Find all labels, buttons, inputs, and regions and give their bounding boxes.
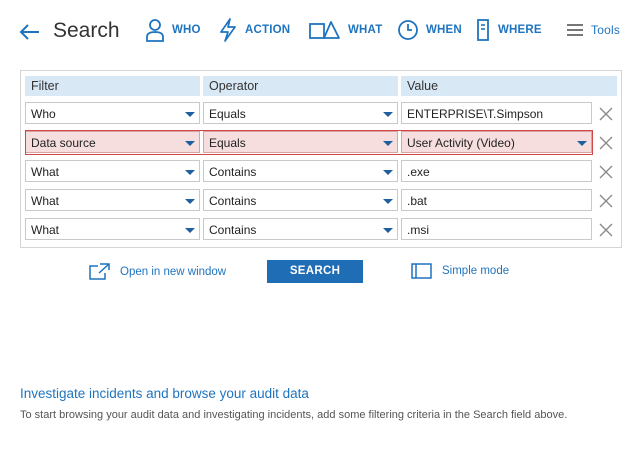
lightning-icon (220, 18, 236, 42)
clock-icon (398, 20, 418, 40)
value-input[interactable]: .bat (401, 189, 592, 211)
operator-select[interactable]: Equals (203, 102, 398, 124)
value-input[interactable]: .exe (401, 160, 592, 182)
info-title: Investigate incidents and browse your au… (20, 386, 309, 401)
filter-select-value: What (31, 223, 60, 237)
filter-select[interactable]: Data source (25, 131, 200, 153)
nav-action-label: ACTION (245, 24, 291, 36)
nav-what-label: WHAT (348, 24, 383, 36)
simple-mode-icon (411, 263, 432, 279)
remove-filter-icon[interactable] (599, 223, 613, 237)
dropdown-arrow-icon (383, 141, 393, 146)
operator-select-value: Equals (209, 136, 246, 150)
filter-select[interactable]: What (25, 189, 200, 211)
value-input[interactable]: ENTERPRISE\T.Simpson (401, 102, 592, 124)
filter-select-value: What (31, 194, 60, 208)
dropdown-arrow-icon (185, 170, 195, 175)
shapes-icon (309, 21, 340, 39)
nav-action[interactable]: ACTION (218, 18, 290, 42)
info-text: To start browsing your audit data and in… (20, 409, 568, 421)
value-select-value: User Activity (Video) (407, 136, 515, 150)
value-input[interactable]: .msi (401, 218, 592, 240)
page-title: Search (53, 19, 120, 42)
tools-menu[interactable]: Tools (566, 18, 620, 42)
value-input-text: .bat (407, 194, 428, 208)
value-select[interactable]: User Activity (Video) (401, 131, 592, 153)
operator-select[interactable]: Equals (203, 131, 398, 153)
simple-mode-link[interactable]: Simple mode (411, 263, 509, 279)
remove-filter-icon[interactable] (599, 165, 613, 179)
external-window-icon (89, 263, 110, 280)
dropdown-arrow-icon (185, 228, 195, 233)
value-input-text: ENTERPRISE\T.Simpson (407, 107, 544, 121)
remove-filter-icon[interactable] (599, 194, 613, 208)
operator-select[interactable]: Contains (203, 160, 398, 182)
column-header-filter: Filter (25, 76, 200, 96)
dropdown-arrow-icon (383, 170, 393, 175)
operator-select-value: Contains (209, 165, 257, 179)
tools-label: Tools (591, 23, 621, 37)
operator-select-value: Contains (209, 223, 257, 237)
operator-select[interactable]: Contains (203, 218, 398, 240)
value-input-text: .msi (407, 223, 429, 237)
remove-filter-icon[interactable] (599, 136, 613, 150)
top-bar: Search WHO ACTION WHAT WHEN WHERE Tools (0, 0, 640, 62)
dropdown-arrow-icon (383, 199, 393, 204)
column-header-value: Value (401, 76, 617, 96)
value-input-text: .exe (407, 165, 430, 179)
filter-select[interactable]: Who (25, 102, 200, 124)
dropdown-arrow-icon (577, 141, 587, 146)
open-new-window-link[interactable]: Open in new window (89, 263, 226, 280)
open-new-window-label: Open in new window (120, 265, 227, 278)
filter-select-value: Data source (31, 136, 96, 150)
person-icon (146, 19, 164, 42)
filter-select[interactable]: What (25, 160, 200, 182)
dropdown-arrow-icon (185, 112, 195, 117)
nav-when[interactable]: WHEN (397, 18, 462, 42)
server-icon (477, 19, 489, 41)
filter-select-value: What (31, 165, 60, 179)
nav-who[interactable]: WHO (145, 18, 201, 42)
back-arrow-icon[interactable] (18, 20, 42, 44)
dropdown-arrow-icon (383, 228, 393, 233)
filter-select[interactable]: What (25, 218, 200, 240)
hamburger-menu-icon (567, 24, 583, 36)
operator-select-value: Contains (209, 194, 257, 208)
nav-where-label: WHERE (498, 24, 542, 36)
remove-filter-icon[interactable] (599, 107, 613, 121)
operator-select-value: Equals (209, 107, 246, 121)
nav-what[interactable]: WHAT (309, 18, 382, 42)
nav-where[interactable]: WHERE (475, 18, 542, 42)
dropdown-arrow-icon (185, 199, 195, 204)
column-header-operator: Operator (203, 76, 398, 96)
dropdown-arrow-icon (383, 112, 393, 117)
search-button[interactable]: SEARCH (267, 260, 363, 283)
nav-who-label: WHO (172, 24, 201, 36)
dropdown-arrow-icon (185, 141, 195, 146)
operator-select[interactable]: Contains (203, 189, 398, 211)
filter-select-value: Who (31, 107, 56, 121)
nav-when-label: WHEN (426, 24, 462, 36)
simple-mode-label: Simple mode (442, 265, 510, 277)
